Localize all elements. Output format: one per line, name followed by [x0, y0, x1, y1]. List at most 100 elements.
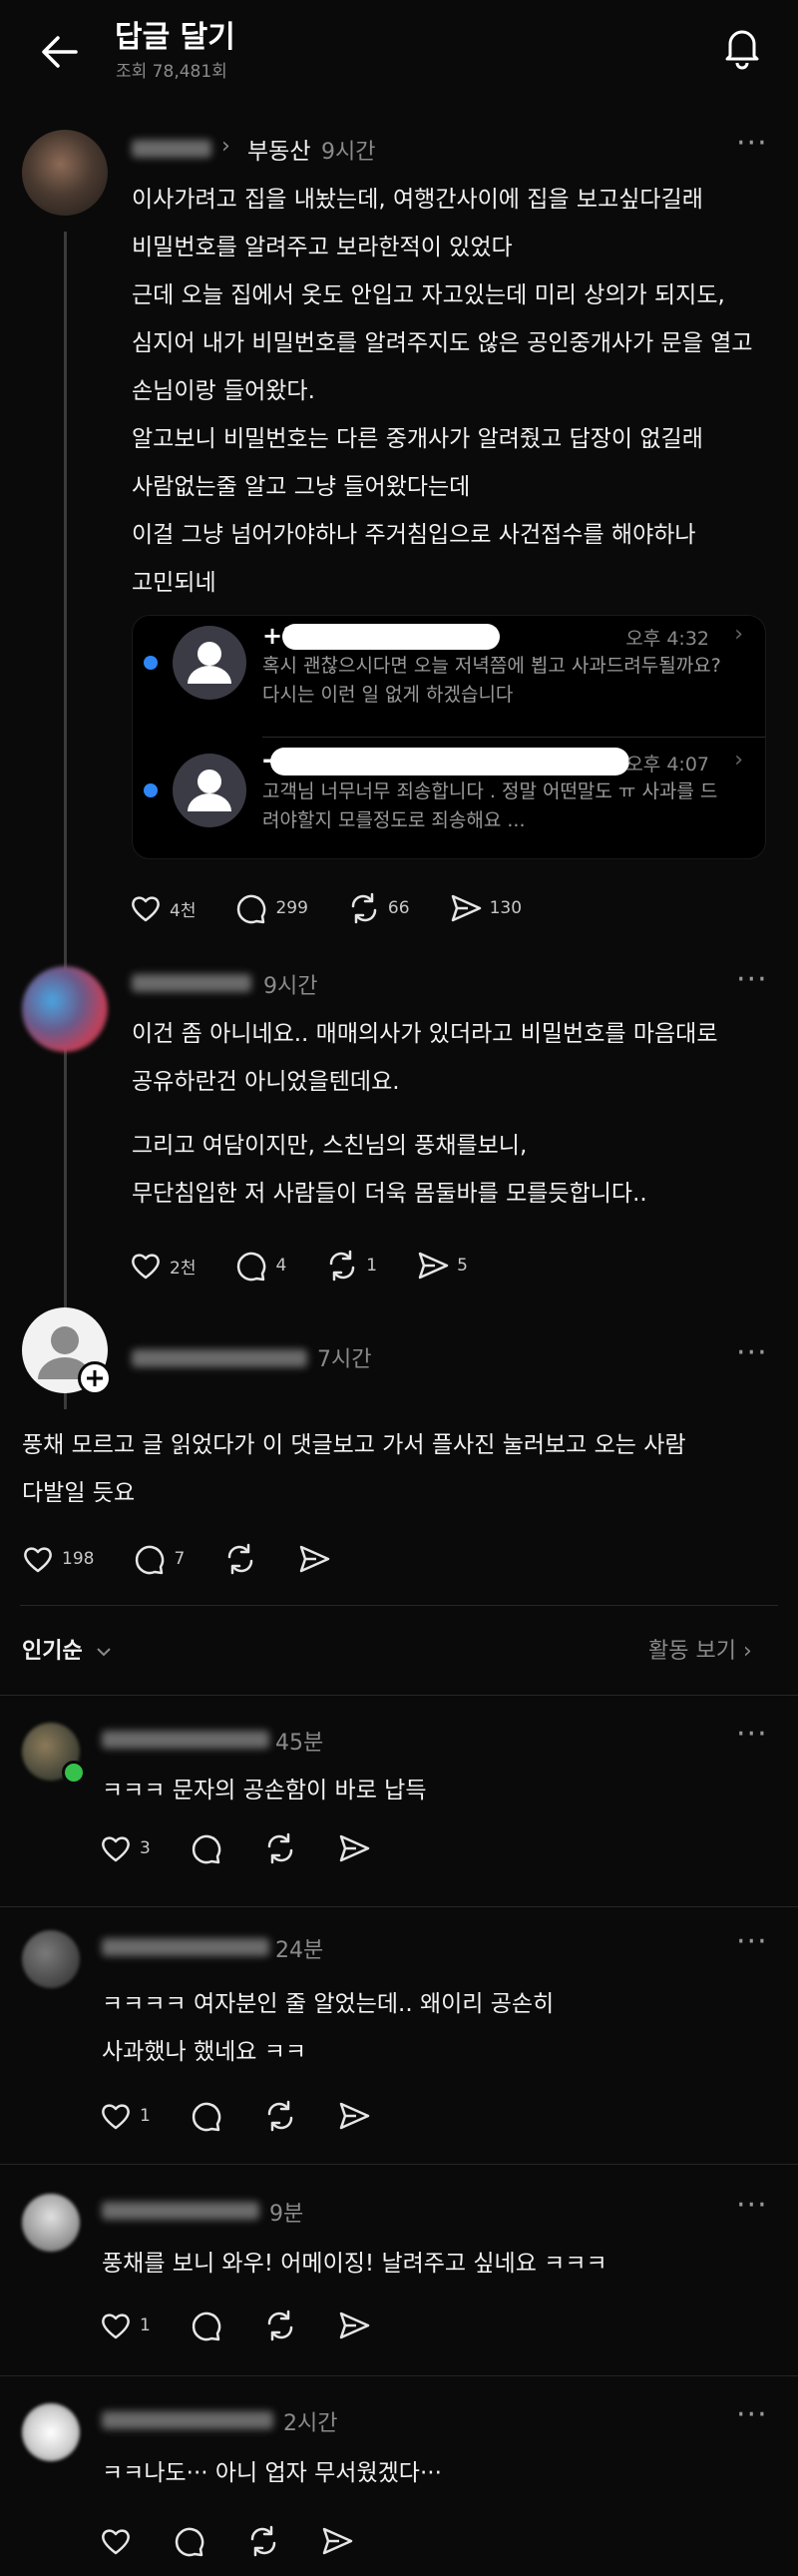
more-options-icon[interactable]: ···: [736, 2188, 768, 2223]
share-count: 5: [457, 1256, 468, 1276]
more-options-icon[interactable]: ···: [736, 962, 768, 997]
repost-button[interactable]: [262, 2098, 298, 2134]
repost-button[interactable]: [245, 2523, 281, 2559]
avatar[interactable]: [22, 966, 108, 1052]
send-icon: [339, 1834, 370, 1862]
username-blurred[interactable]: [132, 974, 251, 992]
comment-button[interactable]: [172, 2523, 207, 2559]
comment-text: 사과했나 했네요 ㅋㅋ: [102, 2039, 307, 2065]
repost-icon: [330, 1250, 355, 1282]
comment-actions: 1: [98, 2098, 410, 2134]
redaction-mark: [282, 624, 500, 650]
comment-button[interactable]: 7: [132, 1541, 185, 1577]
top-bar: 답글 달기 조회 78,481회: [0, 0, 798, 100]
avatar[interactable]: [22, 130, 108, 216]
more-options-icon[interactable]: ···: [736, 1335, 768, 1370]
share-count: 130: [489, 898, 523, 918]
username-blurred[interactable]: [102, 2202, 259, 2220]
comment-item: 45분 ··· ㅋㅋㅋ 문자의 공손함이 바로 납득 3: [0, 1709, 798, 1898]
avatar[interactable]: [22, 2403, 80, 2461]
like-count: 2천: [170, 1258, 197, 1279]
share-button[interactable]: 5: [415, 1248, 468, 1284]
post-line: 손님이랑 들어왔다.: [132, 378, 315, 404]
like-count: 1: [140, 2106, 151, 2126]
like-button[interactable]: 1: [98, 2098, 151, 2134]
comment-button[interactable]: [189, 2308, 224, 2343]
chevron-right-icon: ›: [734, 622, 743, 647]
username-blurred[interactable]: [102, 2411, 273, 2429]
share-button[interactable]: [336, 1830, 372, 1866]
share-button[interactable]: [336, 2308, 372, 2343]
bell-icon[interactable]: [716, 20, 768, 72]
comment-actions: 3: [98, 1830, 410, 1866]
like-button[interactable]: 3: [98, 1830, 151, 1866]
avatar[interactable]: [22, 1930, 80, 1988]
like-count: 3: [140, 1838, 151, 1858]
repost-count: 1: [366, 1256, 378, 1276]
username-blurred[interactable]: [132, 140, 211, 158]
like-button[interactable]: 1: [98, 2308, 151, 2343]
comment-icon: [136, 1545, 165, 1575]
more-options-icon[interactable]: ···: [736, 1717, 768, 1752]
share-button[interactable]: [336, 2098, 372, 2134]
repost-button[interactable]: [262, 1830, 298, 1866]
message-preview: 혹시 괜찮으시다면 오늘 저녁쯤에 뵙고 사과드려두될까요? 다시는 이런 일 …: [262, 655, 721, 706]
share-button[interactable]: [319, 2523, 355, 2559]
username-blurred[interactable]: [102, 1731, 269, 1749]
divider: [20, 1605, 778, 1606]
follow-plus-icon[interactable]: [78, 1361, 112, 1395]
username-blurred[interactable]: [132, 1349, 307, 1367]
message-preview: 고객님 너무너무 죄송합니다 . 정말 어떤말도 ㅠ 사과를 드려야할지 모를정…: [262, 780, 718, 831]
post-line: 이사가려고 집을 내놨는데, 여행간사이에 집을 보고싶다길래: [132, 187, 703, 213]
share-button[interactable]: 130: [448, 890, 522, 926]
comment-item: 2시간 ··· ㅋㅋ나도··· 아니 업자 무서웠겠다···: [0, 2389, 798, 2576]
post-line: 이건 좀 아니네요.. 매매의사가 있더라고 비밀번호를 마음대로: [132, 1021, 718, 1047]
view-count: 조회 78,481회: [116, 62, 227, 82]
post-line: 알고보니 비밀번호는 다른 중개사가 알려줬고 답장이 없길래: [132, 426, 703, 452]
comment-time: 2시간: [283, 2411, 338, 2436]
repost-button[interactable]: 1: [324, 1248, 377, 1284]
share-button[interactable]: [296, 1541, 332, 1577]
comment-text: ㅋㅋㅋ 문자의 공손함이 바로 납득: [102, 1778, 427, 1803]
divider: [0, 2375, 798, 2376]
view-activity-link[interactable]: 활동 보기 ›: [648, 1633, 752, 1665]
comment-button[interactable]: 4: [233, 1248, 286, 1284]
sort-label: 인기순: [22, 1639, 83, 1664]
attached-image[interactable]: +8 오후 4:32 › 혹시 괜찮으시다면 오늘 저녁쯤에 뵙고 사과드려두될…: [132, 615, 766, 859]
reply-post: 9시간 ··· 이건 좀 아니네요.. 매매의사가 있더라고 비밀번호를 마음대…: [0, 958, 798, 1297]
like-button[interactable]: [98, 2523, 134, 2559]
sort-dropdown[interactable]: 인기순: [22, 1633, 114, 1665]
post-line: 무단침입한 저 사람들이 더욱 몸둘바를 모를듯합니다..: [132, 1181, 647, 1207]
avatar[interactable]: [22, 2194, 80, 2252]
contact-avatar: [173, 754, 246, 827]
comment-button[interactable]: [189, 1830, 224, 1866]
comment-icon: [237, 1252, 266, 1282]
send-icon: [339, 2102, 370, 2130]
more-options-icon[interactable]: ···: [736, 1924, 768, 1959]
comment-button[interactable]: [189, 2098, 224, 2134]
repost-button[interactable]: [222, 1541, 258, 1577]
message-time: 오후 4:07: [625, 754, 709, 775]
more-options-icon[interactable]: ···: [736, 126, 768, 161]
post-line: 공유하란건 아니었을텐데요.: [132, 1069, 400, 1095]
unread-dot: [144, 656, 158, 670]
post-body: 풍채 모르고 글 읽었다가 이 댓글보고 가서 플사진 눌러보고 오는 사람 다…: [22, 1421, 780, 1517]
message-item: - 오후 4:07 › 고객님 너무너무 죄송합니다 . 정말 어떤말도 ㅠ 사…: [133, 738, 765, 857]
repost-button[interactable]: 66: [346, 890, 410, 926]
redaction-mark: [270, 748, 629, 775]
back-arrow-icon[interactable]: [38, 30, 82, 74]
send-icon: [339, 2312, 370, 2339]
like-button[interactable]: 198: [20, 1541, 94, 1577]
comment-count: 299: [275, 898, 308, 918]
like-button[interactable]: 4천: [128, 890, 196, 926]
repost-button[interactable]: [262, 2308, 298, 2343]
send-icon: [451, 894, 481, 922]
username-blurred[interactable]: [102, 1938, 269, 1956]
like-button[interactable]: 2천: [128, 1248, 196, 1284]
topic-chevron-icon: ›: [221, 134, 230, 159]
post-line: 그리고 여담이지만, 스친님의 풍채를보니,: [132, 1133, 528, 1159]
more-options-icon[interactable]: ···: [736, 2397, 768, 2432]
comment-button[interactable]: 299: [233, 890, 308, 926]
heart-icon: [24, 1547, 52, 1573]
topic-tag[interactable]: 부동산: [247, 132, 310, 166]
